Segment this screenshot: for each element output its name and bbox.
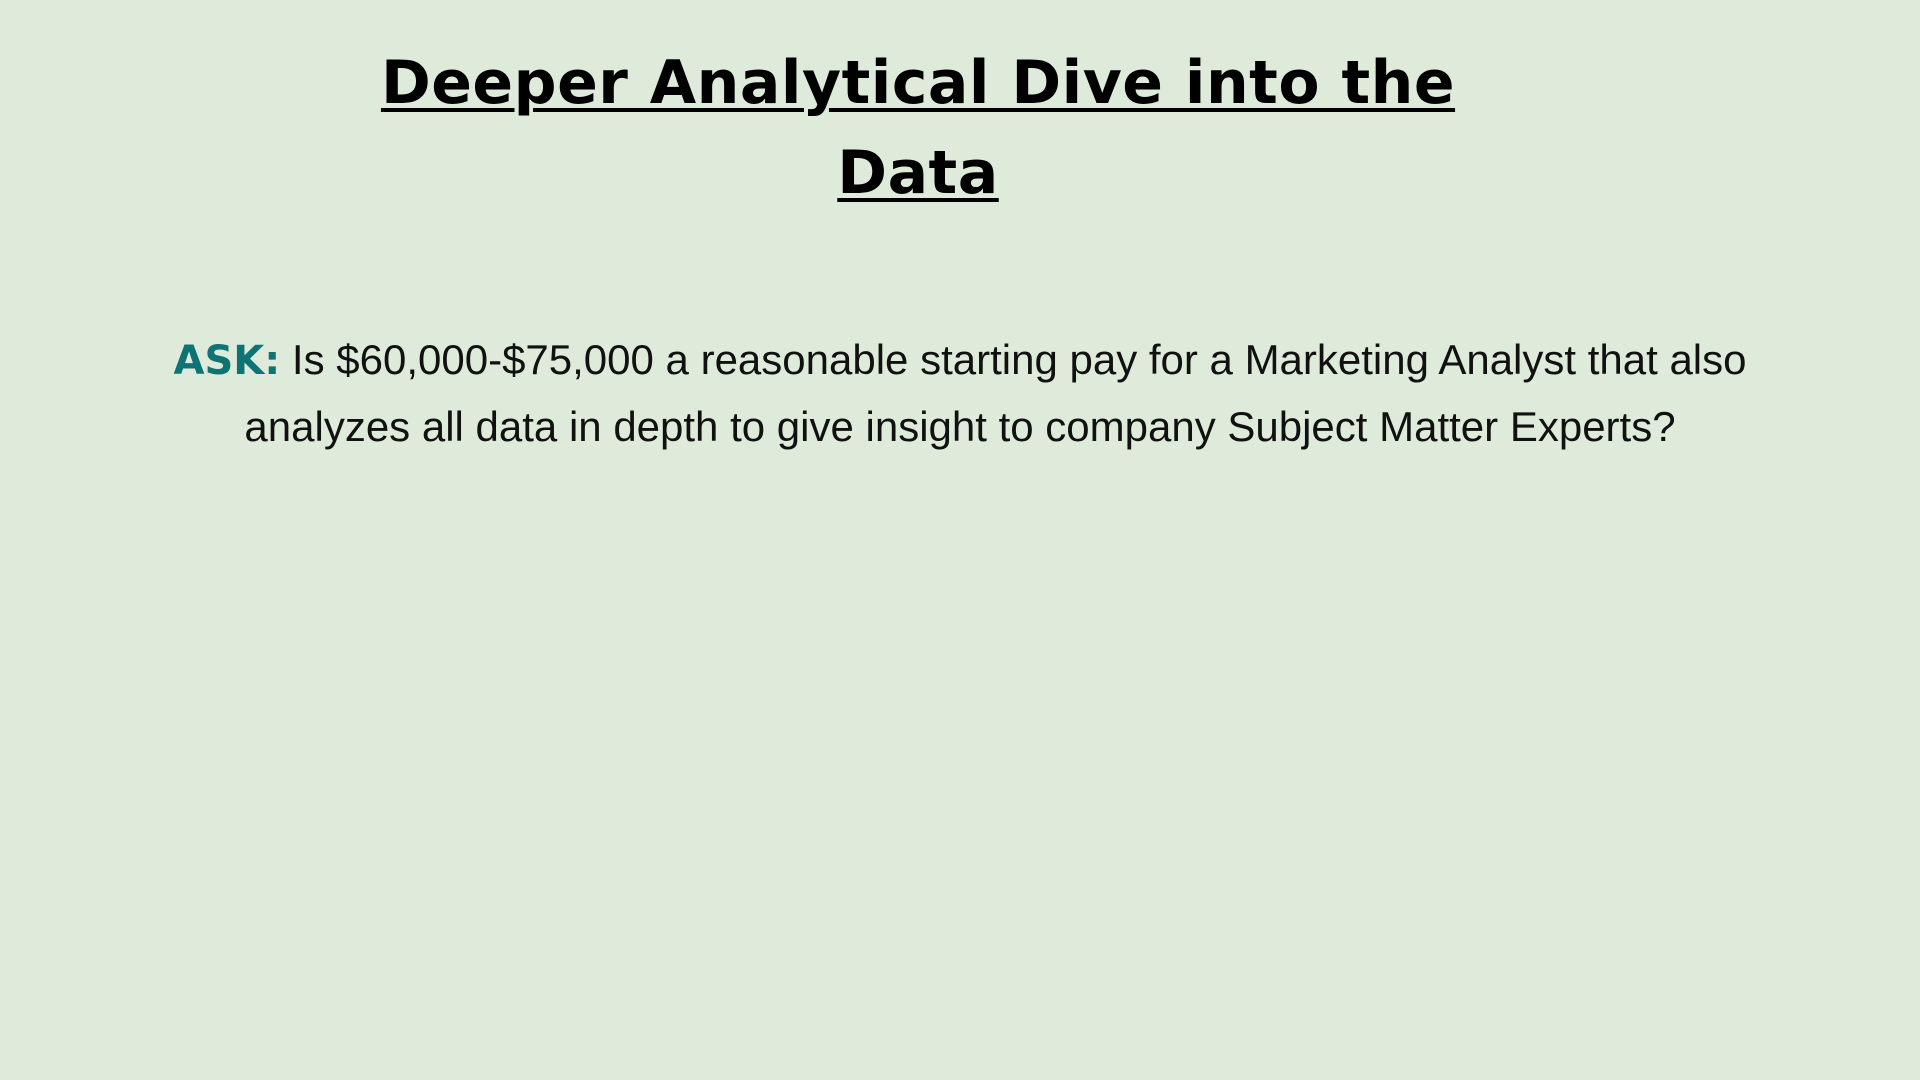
ask-question: Is $60,000-$75,000 a reasonable starting…	[244, 336, 1747, 450]
slide: Deeper Analytical Dive into the Data ASK…	[0, 0, 1920, 1080]
ask-label: ASK:	[173, 338, 281, 384]
slide-title: Deeper Analytical Dive into the Data	[380, 48, 1456, 208]
ask-paragraph: ASK: Is $60,000-$75,000 a reasonable sta…	[150, 327, 1770, 459]
